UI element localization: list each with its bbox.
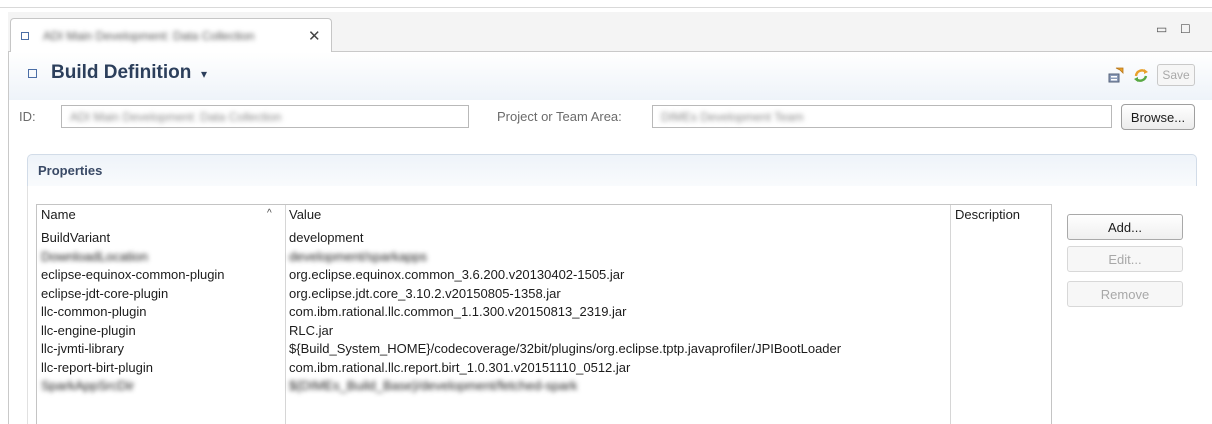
table-row[interactable]: llc-report-birt-plugin com.ibm.rational.l… — [37, 360, 1051, 379]
property-name: llc-common-plugin — [41, 304, 147, 319]
tab-title: ADI Main Development: Data Collection — [43, 29, 255, 43]
properties-table: Name ^ Value Description BuildVariant dev… — [36, 204, 1052, 424]
table-row[interactable]: eclipse-equinox-common-plugin org.eclipse… — [37, 267, 1051, 286]
save-button[interactable]: Save — [1157, 64, 1195, 86]
property-name: SparkAppSrcDir — [41, 378, 135, 393]
build-definition-icon — [28, 69, 37, 78]
column-header-value[interactable]: Value — [289, 207, 321, 222]
table-row[interactable]: DownloadLocation development/sparkapps — [37, 249, 1051, 268]
remove-property-button[interactable]: Remove — [1067, 281, 1183, 307]
property-name: llc-report-birt-plugin — [41, 359, 153, 375]
property-name: eclipse-equinox-common-plugin — [41, 267, 225, 282]
table-row[interactable]: llc-jvmti-library ${Build_System_HOME}/co… — [37, 341, 1051, 360]
id-value: ADI Main Development: Data Collection — [70, 110, 282, 124]
editor-header: Build Definition ▾ Save — [9, 52, 1212, 100]
project-area-field[interactable]: DIMEs Development Team — [652, 105, 1112, 128]
add-property-button[interactable]: Add... — [1067, 214, 1183, 240]
page-title: Build Definition — [51, 62, 192, 83]
table-row[interactable]: llc-common-plugin com.ibm.rational.llc.co… — [37, 304, 1051, 323]
maximize-icon[interactable]: ☐ — [1180, 22, 1191, 36]
id-label: ID: — [19, 109, 36, 124]
properties-section-header[interactable]: Properties — [27, 154, 1197, 186]
property-name: eclipse-jdt-core-plugin — [41, 285, 169, 301]
table-row[interactable]: eclipse-jdt-core-plugin org.eclipse.jdt.c… — [37, 286, 1051, 305]
table-row[interactable]: BuildVariant development — [37, 230, 1051, 249]
editor-icon — [21, 32, 29, 40]
property-value: RLC.jar — [289, 322, 334, 338]
property-name: BuildVariant — [41, 230, 111, 245]
browse-button[interactable]: Browse... — [1121, 104, 1195, 130]
property-value: org.eclipse.equinox.common_3.6.200.v2013… — [289, 267, 625, 282]
project-area-value: DIMEs Development Team — [661, 110, 804, 124]
property-value: com.ibm.rational.llc.report.birt_1.0.301… — [289, 359, 631, 375]
chevron-down-icon[interactable]: ▾ — [201, 67, 207, 81]
editor-tab-bar: ADI Main Development: Data Collection ✕ … — [8, 12, 1212, 53]
id-field[interactable]: ADI Main Development: Data Collection — [61, 105, 469, 128]
editor-tab[interactable]: ADI Main Development: Data Collection ✕ — [10, 18, 332, 53]
column-header-name[interactable]: Name — [41, 207, 76, 222]
property-name: DownloadLocation — [41, 248, 148, 264]
property-value: ${Build_System_HOME}/codecoverage/32bit/… — [289, 341, 842, 356]
property-value: development — [289, 230, 364, 245]
minimize-icon[interactable]: ▭ — [1156, 22, 1167, 36]
table-row[interactable]: llc-engine-plugin RLC.jar — [37, 323, 1051, 342]
column-header-description[interactable]: Description — [955, 207, 1020, 222]
edit-property-button[interactable]: Edit... — [1067, 246, 1183, 272]
build-definition-editor: Build Definition ▾ Save ID: ADI Main Dev… — [8, 52, 1212, 424]
build-request-icon[interactable] — [1107, 66, 1125, 89]
property-value: com.ibm.rational.llc.common_1.1.300.v201… — [289, 304, 627, 319]
close-icon[interactable]: ✕ — [308, 27, 321, 45]
section-title: Properties — [38, 163, 103, 178]
property-value: development/sparkapps — [289, 248, 428, 264]
project-area-label: Project or Team Area: — [497, 109, 622, 124]
property-value: org.eclipse.jdt.core_3.10.2.v20150805-13… — [289, 285, 561, 301]
property-value: ${DIMEs_Build_Base}/development/fetched-… — [289, 378, 578, 393]
sort-ascending-icon[interactable]: ^ — [267, 208, 272, 219]
refresh-icon[interactable] — [1132, 66, 1150, 89]
table-row[interactable]: SparkAppSrcDir ${DIMEs_Build_Base}/develo… — [37, 378, 1051, 397]
property-name: llc-jvmti-library — [41, 341, 125, 356]
window-top-edge — [0, 0, 1212, 8]
property-name: llc-engine-plugin — [41, 322, 136, 338]
